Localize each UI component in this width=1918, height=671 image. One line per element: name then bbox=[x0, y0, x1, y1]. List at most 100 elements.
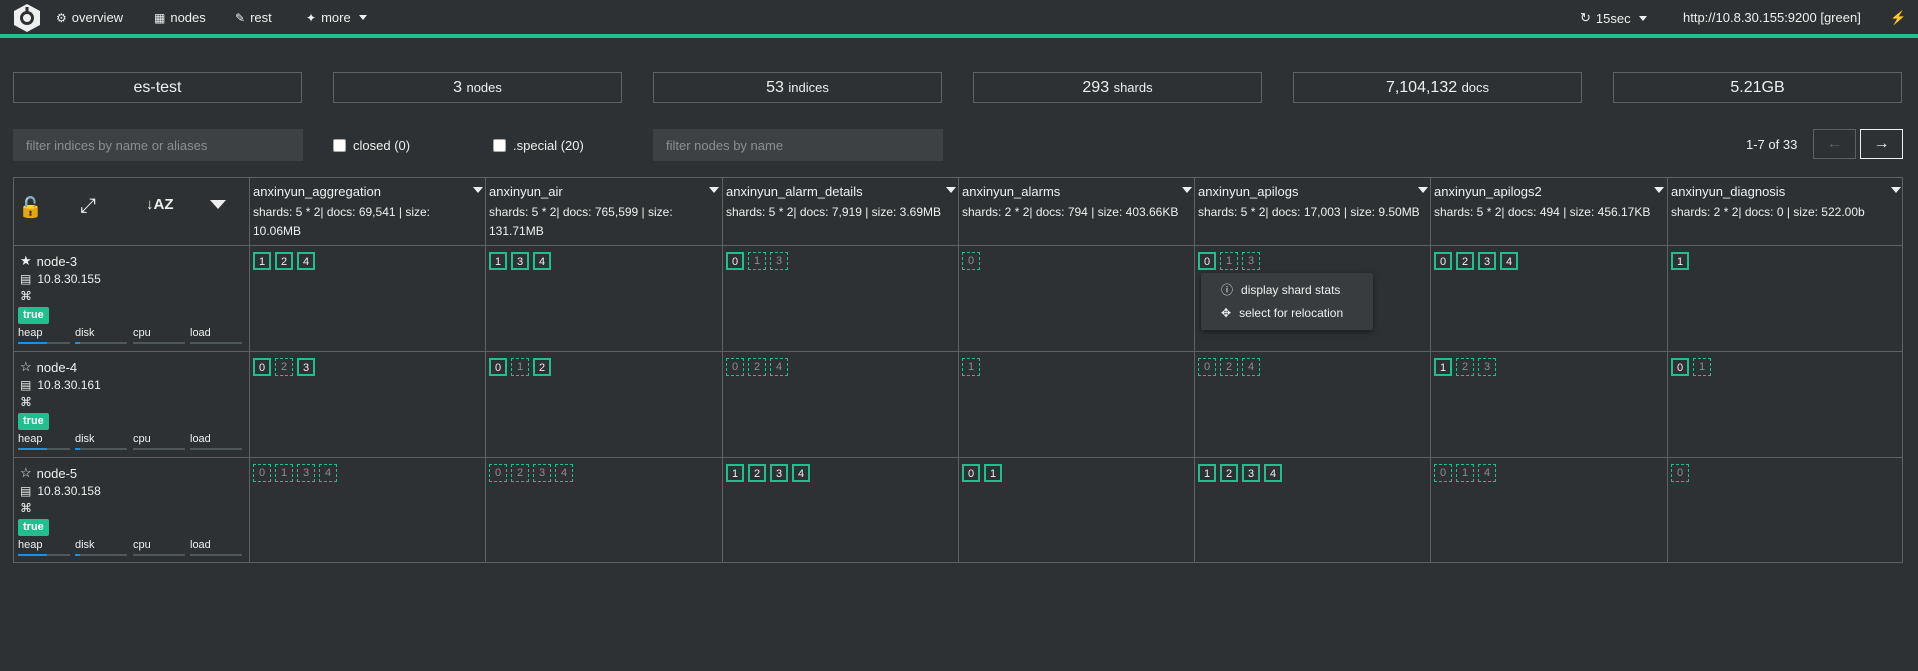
replica-shard[interactable]: 4 bbox=[1478, 464, 1496, 482]
primary-shard[interactable]: 1 bbox=[1434, 358, 1452, 376]
menu-display-shard-stats[interactable]: ⓘ display shard stats bbox=[1221, 281, 1340, 298]
replica-shard[interactable]: 4 bbox=[1242, 358, 1260, 376]
next-page-button[interactable]: → bbox=[1860, 129, 1903, 159]
node-name: ☆ node-5 bbox=[20, 465, 77, 481]
special-label: .special (20) bbox=[513, 138, 584, 153]
metric-bar bbox=[133, 342, 185, 344]
replica-shard[interactable]: 1 bbox=[748, 252, 766, 270]
primary-shard[interactable]: 3 bbox=[297, 358, 315, 376]
primary-shard[interactable]: 0 bbox=[489, 358, 507, 376]
unlock-icon[interactable]: 🔓 bbox=[18, 195, 43, 220]
caret-down-icon[interactable] bbox=[210, 200, 226, 209]
closed-indices-checkbox[interactable]: closed (0) bbox=[333, 138, 410, 153]
index-menu-caret-icon[interactable] bbox=[1418, 187, 1428, 193]
replica-shard[interactable]: 2 bbox=[748, 358, 766, 376]
primary-shard[interactable]: 4 bbox=[792, 464, 810, 482]
primary-shard[interactable]: 1 bbox=[1671, 252, 1689, 270]
replica-shard[interactable]: 4 bbox=[555, 464, 573, 482]
cerebro-logo-icon[interactable] bbox=[12, 3, 42, 33]
primary-shard[interactable]: 1 bbox=[1198, 464, 1216, 482]
primary-shard[interactable]: 4 bbox=[297, 252, 315, 270]
shard-list: 013 bbox=[1198, 252, 1260, 270]
replica-shard[interactable]: 4 bbox=[319, 464, 337, 482]
primary-shard[interactable]: 2 bbox=[533, 358, 551, 376]
host-label[interactable]: http://10.8.30.155:9200 [green] bbox=[1683, 10, 1861, 25]
nav-rest[interactable]: ✎ rest bbox=[235, 10, 272, 25]
primary-shard[interactable]: 1 bbox=[489, 252, 507, 270]
replica-shard[interactable]: 1 bbox=[1693, 358, 1711, 376]
index-menu-caret-icon[interactable] bbox=[473, 187, 483, 193]
primary-shard[interactable]: 2 bbox=[1456, 252, 1474, 270]
replica-shard[interactable]: 3 bbox=[1242, 252, 1260, 270]
replica-shard[interactable]: 1 bbox=[275, 464, 293, 482]
primary-shard[interactable]: 0 bbox=[1198, 252, 1216, 270]
disconnect-button[interactable]: ⚡ bbox=[1890, 10, 1906, 26]
primary-shard[interactable]: 0 bbox=[253, 358, 271, 376]
primary-shard[interactable]: 4 bbox=[533, 252, 551, 270]
shard-list: 013 bbox=[726, 252, 788, 270]
stat-nodes: 3 nodes bbox=[333, 72, 622, 103]
index-menu-caret-icon[interactable] bbox=[946, 187, 956, 193]
replica-shard[interactable]: 0 bbox=[489, 464, 507, 482]
primary-shard[interactable]: 1 bbox=[726, 464, 744, 482]
filter-indices-input[interactable] bbox=[13, 129, 303, 161]
refresh-interval-dropdown[interactable]: ↻ 15sec bbox=[1580, 10, 1647, 26]
primary-shard[interactable]: 0 bbox=[1671, 358, 1689, 376]
primary-shard[interactable]: 2 bbox=[1220, 464, 1238, 482]
primary-shard[interactable]: 2 bbox=[275, 252, 293, 270]
replica-shard[interactable]: 3 bbox=[770, 252, 788, 270]
stat-size: 5.21GB bbox=[1613, 72, 1902, 103]
replica-shard[interactable]: 1 bbox=[511, 358, 529, 376]
index-menu-caret-icon[interactable] bbox=[1182, 187, 1192, 193]
replica-shard[interactable]: 2 bbox=[1456, 358, 1474, 376]
sort-alpha-icon[interactable]: ↓AZ bbox=[146, 196, 174, 213]
replica-shard[interactable]: 2 bbox=[275, 358, 293, 376]
replica-shard[interactable]: 3 bbox=[297, 464, 315, 482]
filter-nodes-input[interactable] bbox=[653, 129, 943, 161]
primary-shard[interactable]: 3 bbox=[1478, 252, 1496, 270]
replica-shard[interactable]: 0 bbox=[1434, 464, 1452, 482]
primary-shard[interactable]: 0 bbox=[1434, 252, 1452, 270]
replica-shard[interactable]: 4 bbox=[770, 358, 788, 376]
index-info: shards: 5 * 2| docs: 494 | size: 456.17K… bbox=[1434, 205, 1651, 219]
primary-shard[interactable]: 4 bbox=[1264, 464, 1282, 482]
checkbox-box[interactable] bbox=[493, 139, 506, 152]
shard-list: 1234 bbox=[726, 464, 810, 482]
menu-select-for-relocation[interactable]: ✥ select for relocation bbox=[1221, 306, 1343, 320]
replica-shard[interactable]: 0 bbox=[1671, 464, 1689, 482]
primary-shard[interactable]: 3 bbox=[511, 252, 529, 270]
replica-shard[interactable]: 2 bbox=[511, 464, 529, 482]
metric-bar bbox=[18, 342, 70, 344]
replica-shard[interactable]: 1 bbox=[962, 358, 980, 376]
replica-shard[interactable]: 0 bbox=[726, 358, 744, 376]
checkbox-box[interactable] bbox=[333, 139, 346, 152]
prev-page-button[interactable]: ← bbox=[1813, 129, 1856, 159]
primary-shard[interactable]: 3 bbox=[770, 464, 788, 482]
replica-shard[interactable]: 0 bbox=[962, 252, 980, 270]
primary-shard[interactable]: 2 bbox=[748, 464, 766, 482]
replica-shard[interactable]: 2 bbox=[1220, 358, 1238, 376]
shard-list: 023 bbox=[253, 358, 315, 376]
index-menu-caret-icon[interactable] bbox=[709, 187, 719, 193]
primary-shard[interactable]: 3 bbox=[1242, 464, 1260, 482]
primary-shard[interactable]: 4 bbox=[1500, 252, 1518, 270]
primary-shard[interactable]: 0 bbox=[726, 252, 744, 270]
expand-icon[interactable]: ⤢ bbox=[80, 195, 96, 218]
plug-icon: ⚡ bbox=[1890, 10, 1907, 25]
replica-shard[interactable]: 3 bbox=[1478, 358, 1496, 376]
replica-shard[interactable]: 1 bbox=[1220, 252, 1238, 270]
replica-shard[interactable]: 0 bbox=[1198, 358, 1216, 376]
replica-shard[interactable]: 0 bbox=[253, 464, 271, 482]
nav-nodes[interactable]: ▦ nodes bbox=[154, 10, 206, 25]
special-indices-checkbox[interactable]: .special (20) bbox=[493, 138, 584, 153]
nodes-unit: nodes bbox=[466, 80, 502, 95]
replica-shard[interactable]: 3 bbox=[533, 464, 551, 482]
replica-shard[interactable]: 1 bbox=[1456, 464, 1474, 482]
index-menu-caret-icon[interactable] bbox=[1891, 187, 1901, 193]
primary-shard[interactable]: 1 bbox=[253, 252, 271, 270]
primary-shard[interactable]: 0 bbox=[962, 464, 980, 482]
primary-shard[interactable]: 1 bbox=[984, 464, 1002, 482]
nav-more[interactable]: ✦ more bbox=[306, 10, 367, 25]
nav-overview[interactable]: ⚙ overview bbox=[56, 10, 123, 25]
index-menu-caret-icon[interactable] bbox=[1654, 187, 1664, 193]
